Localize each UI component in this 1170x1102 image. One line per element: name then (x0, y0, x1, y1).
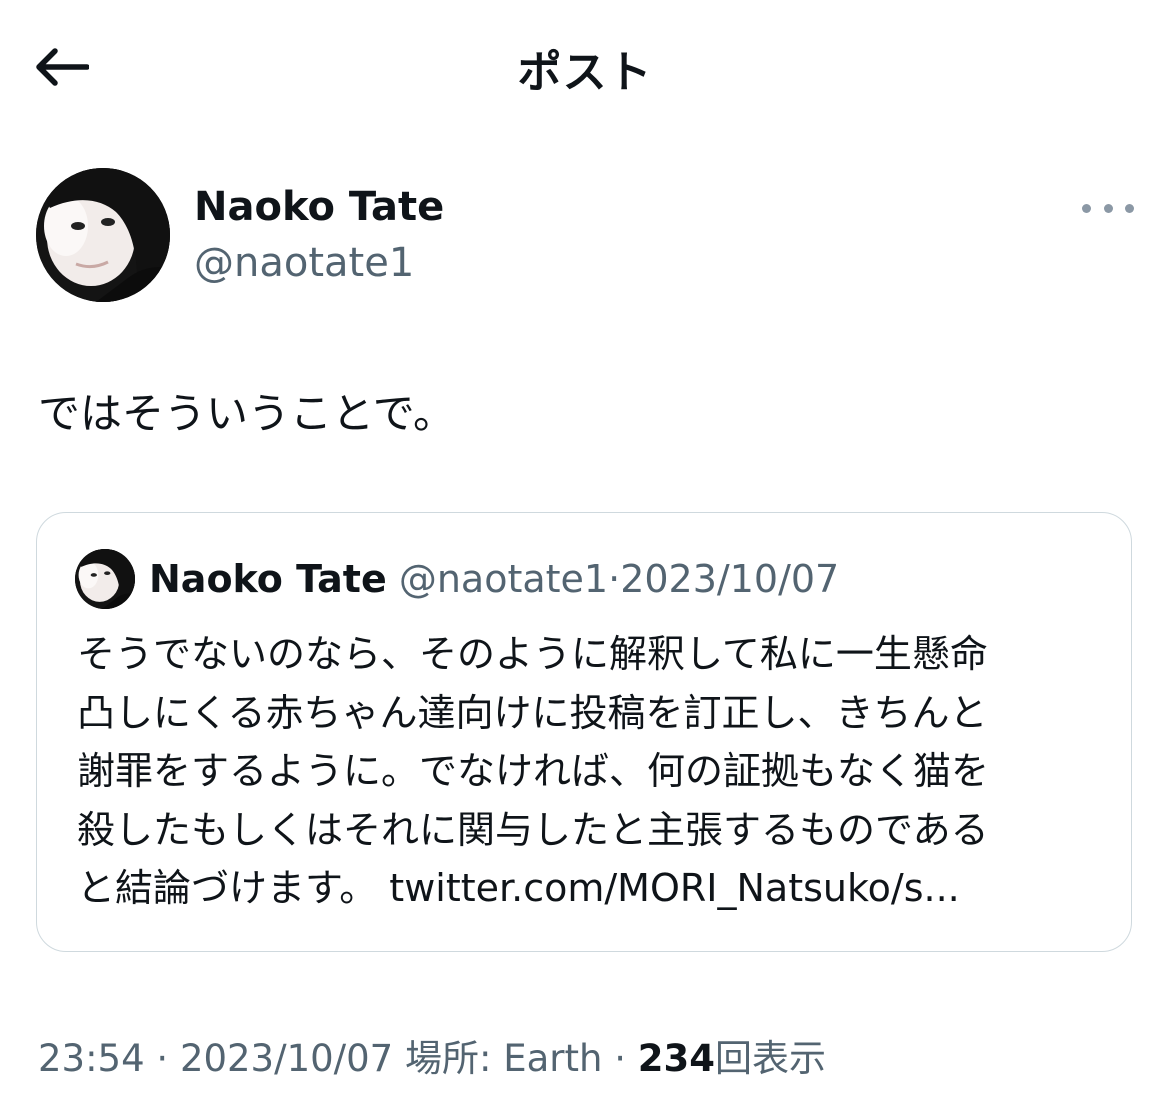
quoted-text-end: と結論づけます。 (77, 866, 378, 910)
more-dot (1125, 203, 1134, 213)
meta-separator: · (614, 1037, 626, 1080)
quoted-post-text: そうでないのなら、そのように解釈して私に一生懸命 凸しにくる赤ちゃん達向けに投稿… (77, 625, 1107, 918)
post-location: 場所: Earth (404, 1037, 603, 1080)
more-dot (1103, 203, 1113, 213)
quoted-text-line: そうでないのなら、そのように解釈して私に一生懸命 (77, 632, 988, 676)
post-text: ではそういうことで。 (38, 389, 456, 438)
quoted-author-name: Naoko Tate (149, 557, 387, 601)
quoted-avatar (75, 549, 135, 609)
quoted-text-line: 謝罪をするように。でなければ、何の証拠もなく猫を (77, 749, 990, 793)
more-horizontal-icon (1082, 203, 1091, 213)
post-time[interactable]: 23:54 (38, 1037, 145, 1080)
quoted-avatar-image (75, 549, 135, 609)
page-title: ポスト (517, 47, 653, 98)
post-date[interactable]: 2023/10/07 (180, 1037, 393, 1080)
quoted-text-line-last: と結論づけます。 twitter.com/MORI_Natsuko/s... (77, 859, 1107, 918)
top-bar: ポスト (0, 0, 1170, 132)
post-meta: 23:54 · 2023/10/07 場所: Earth · 234回表示 (38, 1028, 826, 1082)
views-count: 234 (637, 1037, 715, 1080)
avatar-image (36, 168, 170, 302)
views-label: 回表示 (714, 1037, 826, 1080)
quoted-post-card[interactable]: Naoko Tate @naotate1·2023/10/07 そうでないのなら… (36, 512, 1132, 952)
quoted-separator: · (608, 557, 621, 601)
quoted-text-line: 殺したもしくはそれに関与したと主張するものである (77, 807, 989, 852)
more-options-button[interactable] (1082, 194, 1134, 222)
meta-separator: · (156, 1037, 169, 1080)
quoted-author-handle: @naotate1 (398, 557, 609, 601)
quoted-text-line: 凸しにくる赤ちゃん達向けに投稿を訂正し、きちんと (77, 690, 988, 735)
post-detail-page: ポスト Naoko Tate @naotate1 ではそういうことで。 Naok… (0, 0, 1170, 1102)
quoted-post-header: Naoko Tate @naotate1·2023/10/07 (149, 557, 839, 601)
avatar[interactable] (36, 168, 170, 302)
quoted-date: 2023/10/07 (620, 557, 840, 601)
author-name[interactable]: Naoko Tate (194, 184, 444, 230)
quoted-link[interactable]: twitter.com/MORI_Natsuko/s... (389, 866, 959, 910)
author-handle[interactable]: @naotate1 (194, 240, 414, 286)
